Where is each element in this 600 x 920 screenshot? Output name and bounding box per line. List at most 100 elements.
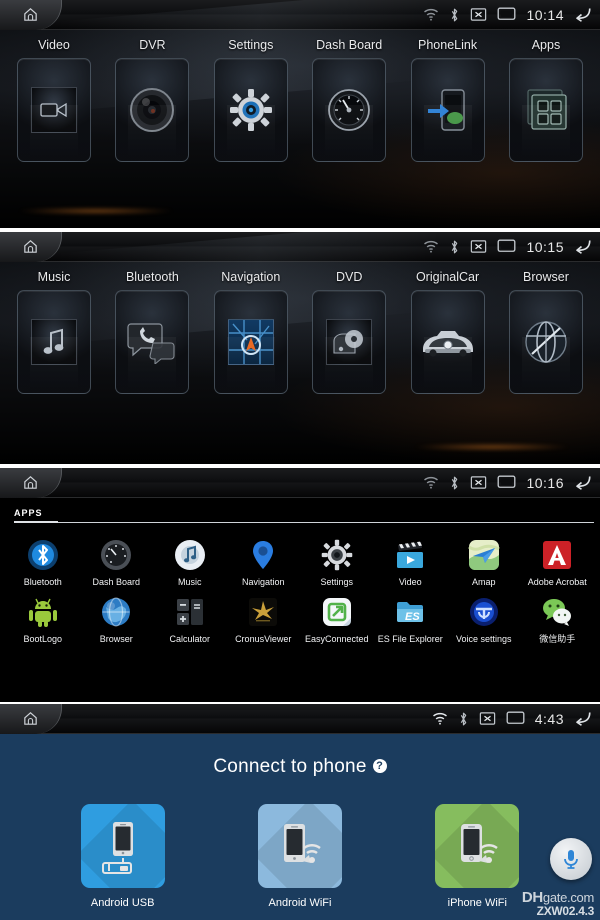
home-button-4[interactable] — [0, 704, 62, 734]
bluetooth-icon[interactable] — [449, 475, 460, 491]
app-easyconnected[interactable]: EasyConnected — [300, 587, 374, 644]
tab-apps[interactable]: APPS — [14, 508, 43, 521]
microphone-button[interactable] — [550, 838, 592, 880]
back-arrow-icon[interactable] — [574, 711, 592, 726]
bluetooth-icon[interactable] — [449, 7, 460, 23]
app-navigation[interactable]: Navigation — [227, 530, 301, 587]
option-iphone-wifi[interactable]: iPhone WiFi — [435, 804, 520, 909]
option-android-usb[interactable]: Android USB — [80, 804, 165, 909]
bluetooth-icon[interactable] — [449, 239, 460, 255]
mute-x-icon[interactable] — [470, 475, 487, 490]
esfile-app-icon: ES — [393, 595, 427, 629]
music-note-icon — [31, 319, 77, 365]
option-label: Android WiFi — [268, 897, 332, 909]
tile-browser[interactable]: Browser — [504, 270, 588, 394]
mute-x-icon[interactable] — [479, 711, 496, 726]
app-bootlogo[interactable]: BootLogo — [6, 587, 80, 644]
screen-icon[interactable] — [497, 475, 516, 490]
app-wechat-assistant[interactable]: 微信助手 — [521, 587, 595, 644]
back-arrow-icon[interactable] — [574, 475, 592, 490]
wifi-icon[interactable] — [423, 8, 439, 21]
home-button-2[interactable] — [0, 232, 62, 262]
connect-body: Connect to phone? Android USB Android Wi… — [0, 734, 600, 920]
phone-link-icon — [427, 89, 465, 131]
app-label: Video — [398, 577, 422, 587]
tile-video[interactable]: Video — [12, 38, 96, 162]
app-drawer-body: APPS Bluetooth Dash Board Music Navigati… — [0, 498, 600, 702]
app-label: ES File Explorer — [377, 634, 443, 645]
svg-text:ES: ES — [405, 611, 420, 623]
app-label: Adobe Acrobat — [527, 577, 587, 587]
wifi-icon[interactable] — [432, 712, 448, 725]
home-screen-page-2: 10:15 Music Bluetooth Navigation DVD Ori… — [0, 232, 600, 464]
tile-apps[interactable]: Apps — [504, 38, 588, 162]
app-adobe-acrobat[interactable]: Adobe Acrobat — [521, 530, 595, 587]
dvd-disc-icon — [326, 319, 373, 365]
bluetooth-icon[interactable] — [458, 711, 469, 727]
music-app-icon — [173, 538, 207, 572]
app-music[interactable]: Music — [153, 530, 227, 587]
wechat-app-icon — [540, 595, 574, 629]
help-icon[interactable]: ? — [372, 759, 387, 773]
tile-phonelink[interactable]: PhoneLink — [406, 38, 490, 162]
app-settings[interactable]: Settings — [300, 530, 374, 587]
tile-label: Settings — [228, 38, 274, 52]
tab-rule — [58, 521, 594, 523]
mute-x-icon[interactable] — [470, 239, 487, 254]
tile-dvr[interactable]: DVR — [110, 38, 194, 162]
screen-icon[interactable] — [497, 239, 516, 254]
app-label: Calculator — [169, 634, 211, 645]
cronusviewer-app-icon — [246, 595, 280, 629]
option-label: Android USB — [90, 897, 155, 909]
wifi-icon[interactable] — [423, 240, 439, 253]
tile-music[interactable]: Music — [12, 270, 96, 394]
app-video[interactable]: Video — [374, 530, 448, 587]
tile-label: PhoneLink — [418, 38, 478, 52]
app-amap[interactable]: Amap — [447, 530, 521, 587]
bluetooth-app-icon — [26, 538, 60, 572]
wifi-icon[interactable] — [423, 476, 439, 489]
app-es-file-explorer[interactable]: ES ES File Explorer — [374, 587, 448, 644]
tile-bluetooth[interactable]: Bluetooth — [110, 270, 194, 394]
tile-originalcar[interactable]: OriginalCar — [406, 270, 490, 394]
tile-label: Bluetooth — [125, 270, 179, 284]
grid-apps-icon — [527, 89, 567, 130]
app-calculator[interactable]: Calculator — [153, 587, 227, 644]
status-bar-4: 4:43 — [0, 704, 600, 734]
app-voice-settings[interactable]: Voice settings — [447, 587, 521, 644]
tile-label: Browser — [523, 270, 569, 284]
tile-dvd[interactable]: DVD — [307, 270, 391, 394]
app-cronusviewer[interactable]: CronusViewer — [227, 587, 301, 644]
mute-x-icon[interactable] — [470, 7, 487, 22]
home-button-3[interactable] — [0, 468, 62, 498]
status-bar-1: 10:14 — [0, 0, 600, 30]
app-label: Amap — [471, 577, 496, 587]
globe-icon — [525, 321, 567, 363]
app-dash-board[interactable]: Dash Board — [80, 530, 154, 587]
status-time-1: 10:14 — [526, 6, 564, 23]
tile-navigation[interactable]: Navigation — [209, 270, 293, 394]
status-time-2: 10:15 — [526, 238, 564, 255]
home-button-1[interactable] — [0, 0, 62, 30]
tab-underline — [14, 521, 58, 523]
back-arrow-icon[interactable] — [574, 7, 592, 22]
status-bar-2: 10:15 — [0, 232, 600, 262]
status-icons-3: 10:16 — [423, 468, 600, 497]
app-browser[interactable]: Browser — [80, 587, 154, 644]
acrobat-app-icon — [540, 538, 574, 572]
app-label: CronusViewer — [235, 634, 292, 645]
tile-dash-board[interactable]: Dash Board — [307, 38, 391, 162]
tile-row-1: Video DVR Settings Dash Board PhoneLink … — [0, 38, 600, 162]
gauge-icon — [328, 89, 371, 131]
app-label: Browser — [99, 634, 133, 645]
tile-label: Dash Board — [316, 38, 383, 52]
app-bluetooth[interactable]: Bluetooth — [6, 530, 80, 587]
screen-icon[interactable] — [497, 7, 516, 22]
option-android-wifi[interactable]: Android WiFi — [257, 804, 342, 909]
apps-tab-bar: APPS — [0, 498, 600, 521]
tile-label: Video — [38, 38, 70, 52]
screen-icon[interactable] — [506, 711, 525, 726]
back-arrow-icon[interactable] — [574, 239, 592, 254]
video-app-icon — [393, 538, 427, 572]
tile-settings[interactable]: Settings — [209, 38, 293, 162]
